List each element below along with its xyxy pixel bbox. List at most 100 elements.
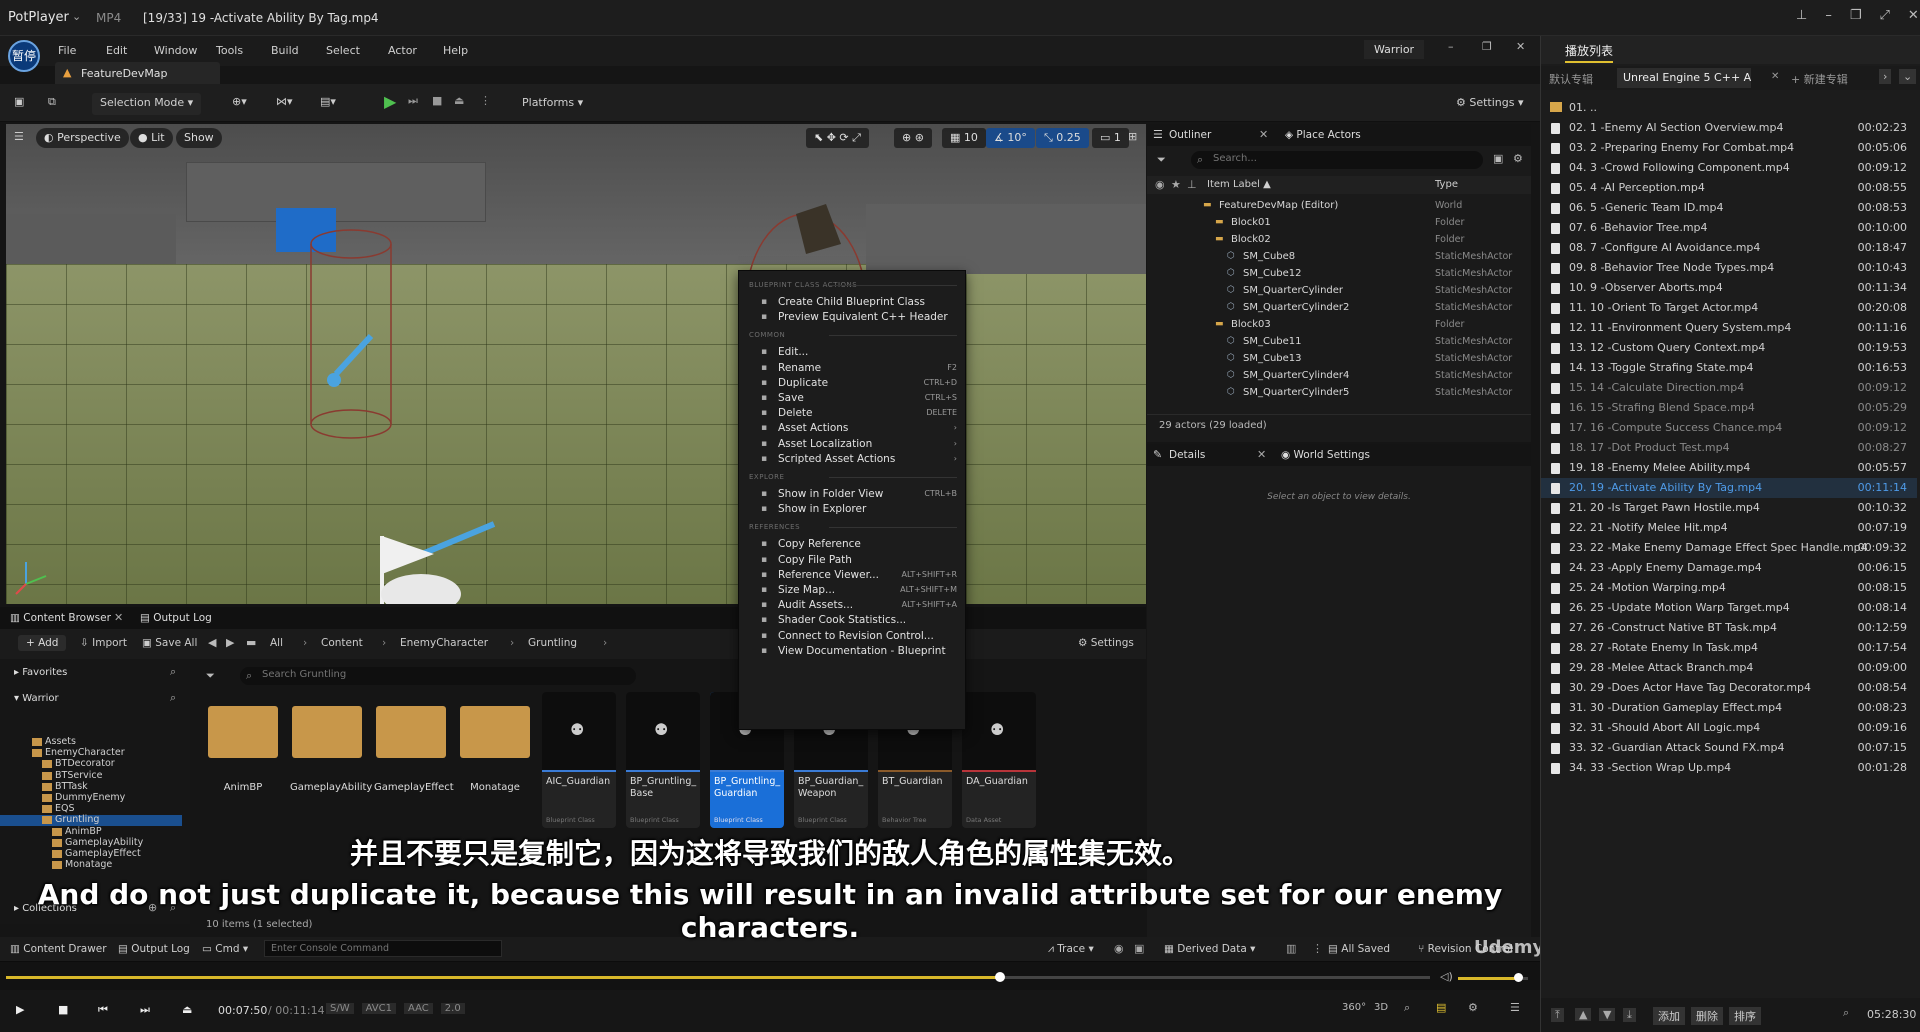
outliner-row[interactable]: ⬡ SM_QuarterCylinder4 StaticMeshActor: [1147, 368, 1527, 385]
minimize-icon[interactable]: –: [1448, 40, 1454, 53]
close-icon[interactable]: ✕: [1771, 71, 1779, 82]
column-type[interactable]: Type: [1435, 179, 1458, 190]
outliner-row[interactable]: ▬ Block02 Folder: [1147, 232, 1527, 249]
move-up-icon[interactable]: ▲: [1575, 1008, 1592, 1021]
play-icon[interactable]: ▶: [16, 1003, 24, 1016]
playlist-item[interactable]: 14. 13 -Toggle Strafing State.mp4 00:16:5…: [1541, 358, 1917, 378]
playlist-item[interactable]: 13. 12 -Custom Query Context.mp4 00:19:53: [1541, 338, 1917, 358]
menu-item-actor[interactable]: Actor: [388, 44, 417, 57]
playlist-item[interactable]: 27. 26 -Construct Native BT Task.mp4 00:1…: [1541, 618, 1917, 638]
menu-item-edit[interactable]: Edit: [106, 44, 127, 57]
selection-mode-button[interactable]: Selection Mode ▾: [92, 93, 202, 115]
playlist-item[interactable]: 31. 30 -Duration Gameplay Effect.mp4 00:0…: [1541, 698, 1917, 718]
favorites-header[interactable]: ▸ Favorites: [14, 667, 67, 678]
outliner-row[interactable]: ⬡ SM_Cube12 StaticMeshActor: [1147, 266, 1527, 283]
tab-place-actors[interactable]: ◈ Place Actors: [1285, 129, 1361, 141]
playlist-item[interactable]: 33. 32 -Guardian Attack Sound FX.mp4 00:0…: [1541, 738, 1917, 758]
seek-bar[interactable]: [6, 972, 1430, 982]
breadcrumb-item[interactable]: Content: [321, 637, 363, 649]
map-tab[interactable]: ▲ FeatureDevMap: [55, 62, 220, 84]
playlist-item[interactable]: 20. 19 -Activate Ability By Tag.mp4 00:11…: [1541, 478, 1917, 498]
menu-item-tools[interactable]: Tools: [216, 44, 243, 57]
playlist-item[interactable]: 18. 17 -Dot Product Test.mp4 00:08:27: [1541, 438, 1917, 458]
tab-outliner[interactable]: Outliner: [1169, 129, 1211, 141]
blueprint-icon[interactable]: ⋈▾: [276, 95, 293, 108]
chevron-down-icon[interactable]: ⌄: [1899, 69, 1917, 84]
search-icon[interactable]: ⌕: [170, 665, 176, 679]
cinematics-icon[interactable]: ▤▾: [320, 95, 336, 108]
move-bottom-icon[interactable]: ⤓: [1623, 1008, 1636, 1022]
playlist-title[interactable]: 播放列表: [1565, 42, 1614, 63]
outliner-row[interactable]: ⬡ SM_Cube11 StaticMeshActor: [1147, 334, 1527, 351]
playlist-item[interactable]: 16. 15 -Strafing Blend Space.mp4 00:05:29: [1541, 398, 1917, 418]
settings-button[interactable]: ⚙ Settings ▾: [1448, 93, 1532, 115]
asset-tile[interactable]: ⚉ BP_Gruntling_ Base Blueprint Class: [626, 692, 700, 828]
close-icon[interactable]: ✕: [1516, 40, 1525, 53]
eject-icon[interactable]: ⏏: [454, 94, 464, 107]
playlist-item[interactable]: 32. 31 -Should Abort All Logic.mp4 00:09:…: [1541, 718, 1917, 738]
volume-handle[interactable]: [1513, 973, 1523, 982]
sort-button[interactable]: 排序: [1729, 1007, 1761, 1025]
output-log-button[interactable]: ▤ Output Log: [118, 943, 190, 955]
playlist-item[interactable]: 11. 10 -Orient To Target Actor.mp4 00:20:…: [1541, 298, 1917, 318]
new-album-tab[interactable]: + 新建专辑: [1791, 71, 1848, 87]
rotation-snap[interactable]: ∡ 10°: [986, 128, 1035, 148]
layout-icon[interactable]: ⊞: [1128, 130, 1137, 143]
cb-search[interactable]: ⌕: [240, 667, 636, 685]
playlist-item[interactable]: 05. 4 -AI Perception.mp4 00:08:55: [1541, 178, 1917, 198]
menu-item-help[interactable]: Help: [443, 44, 468, 57]
volume-slider[interactable]: [1458, 973, 1528, 982]
tab-current-album[interactable]: Unreal Engine 5 C++ Ad...: [1617, 68, 1751, 88]
3d-icon[interactable]: 3D: [1374, 1002, 1388, 1013]
playlist-item[interactable]: 07. 6 -Behavior Tree.mp4 00:10:00: [1541, 218, 1917, 238]
outliner-row[interactable]: ⬡ SM_QuarterCylinder StaticMeshActor: [1147, 283, 1527, 300]
close-icon[interactable]: ✕: [114, 611, 123, 624]
snap-tools[interactable]: ⊕ ⊛: [894, 128, 932, 148]
folder-tree-item[interactable]: BTService: [0, 770, 182, 782]
folder-tile[interactable]: Monatage: [458, 692, 532, 822]
cb-settings-button[interactable]: ⚙ Settings: [1078, 637, 1134, 649]
stop-icon[interactable]: ■: [58, 1003, 68, 1016]
menu-icon[interactable]: ☰: [1510, 1001, 1520, 1014]
play-icon[interactable]: ▶: [384, 92, 396, 111]
outliner-row[interactable]: ▬ Block01 Folder: [1147, 215, 1527, 232]
grid-snap[interactable]: ▦ 10: [942, 128, 986, 148]
chevron-down-icon[interactable]: ⌄: [72, 10, 81, 23]
forward-icon[interactable]: ▶: [226, 636, 234, 649]
player-brand[interactable]: PotPlayer: [8, 10, 69, 25]
pin-icon[interactable]: ⊥: [1796, 8, 1807, 23]
menu-item-build[interactable]: Build: [271, 44, 299, 57]
playlist-item[interactable]: 08. 7 -Configure AI Avoidance.mp4 00:18:4…: [1541, 238, 1917, 258]
add-button[interactable]: + Add: [18, 635, 67, 651]
transform-tools[interactable]: ⬉ ✥ ⟳ ⤢: [806, 128, 869, 148]
lit-button[interactable]: ● Lit: [130, 128, 173, 148]
playlist-parent-folder[interactable]: 01. ..: [1541, 98, 1917, 118]
playlist-item[interactable]: 06. 5 -Generic Team ID.mp4 00:08:53: [1541, 198, 1917, 218]
chevron-right-icon[interactable]: ›: [1879, 69, 1892, 84]
next-icon[interactable]: ⏭: [140, 1003, 150, 1017]
back-icon[interactable]: ◀: [208, 636, 216, 649]
folder-tree-item[interactable]: DummyEnemy: [0, 792, 182, 804]
derived-data-button[interactable]: ▦ Derived Data ▾: [1164, 943, 1255, 955]
playlist-item[interactable]: 25. 24 -Motion Warping.mp4 00:08:15: [1541, 578, 1917, 598]
close-icon[interactable]: ✕: [1908, 8, 1919, 23]
context-menu-item[interactable]: ▪ Preview Equivalent C++ Header: [739, 308, 965, 326]
close-icon[interactable]: ✕: [1259, 128, 1268, 141]
menu-item-window[interactable]: Window: [154, 44, 197, 57]
playlist-item[interactable]: 03. 2 -Preparing Enemy For Combat.mp4 00:…: [1541, 138, 1917, 158]
camera-speed[interactable]: ▭ 1: [1092, 128, 1129, 148]
stop-icon[interactable]: ■: [432, 94, 442, 107]
filter-icon[interactable]: ⏷: [1157, 153, 1166, 167]
close-icon[interactable]: ✕: [1257, 448, 1266, 461]
context-menu-item[interactable]: ▪ View Documentation - Blueprint: [739, 642, 965, 660]
volume-icon[interactable]: ◁): [1440, 970, 1453, 983]
outliner-row[interactable]: ▬ Block03 Folder: [1147, 317, 1527, 334]
browse-icon[interactable]: ⧉: [48, 95, 56, 109]
playlist-item[interactable]: 29. 28 -Melee Attack Branch.mp4 00:09:00: [1541, 658, 1917, 678]
playlist-item[interactable]: 24. 23 -Apply Enemy Damage.mp4 00:06:15: [1541, 558, 1917, 578]
gear-icon[interactable]: ⚙: [1513, 152, 1523, 165]
platforms-button[interactable]: Platforms ▾: [514, 93, 591, 115]
content-drawer-button[interactable]: ▥ Content Drawer: [10, 943, 107, 955]
playlist-item[interactable]: 09. 8 -Behavior Tree Node Types.mp4 00:10…: [1541, 258, 1917, 278]
restore-icon[interactable]: ❐: [1482, 40, 1492, 53]
